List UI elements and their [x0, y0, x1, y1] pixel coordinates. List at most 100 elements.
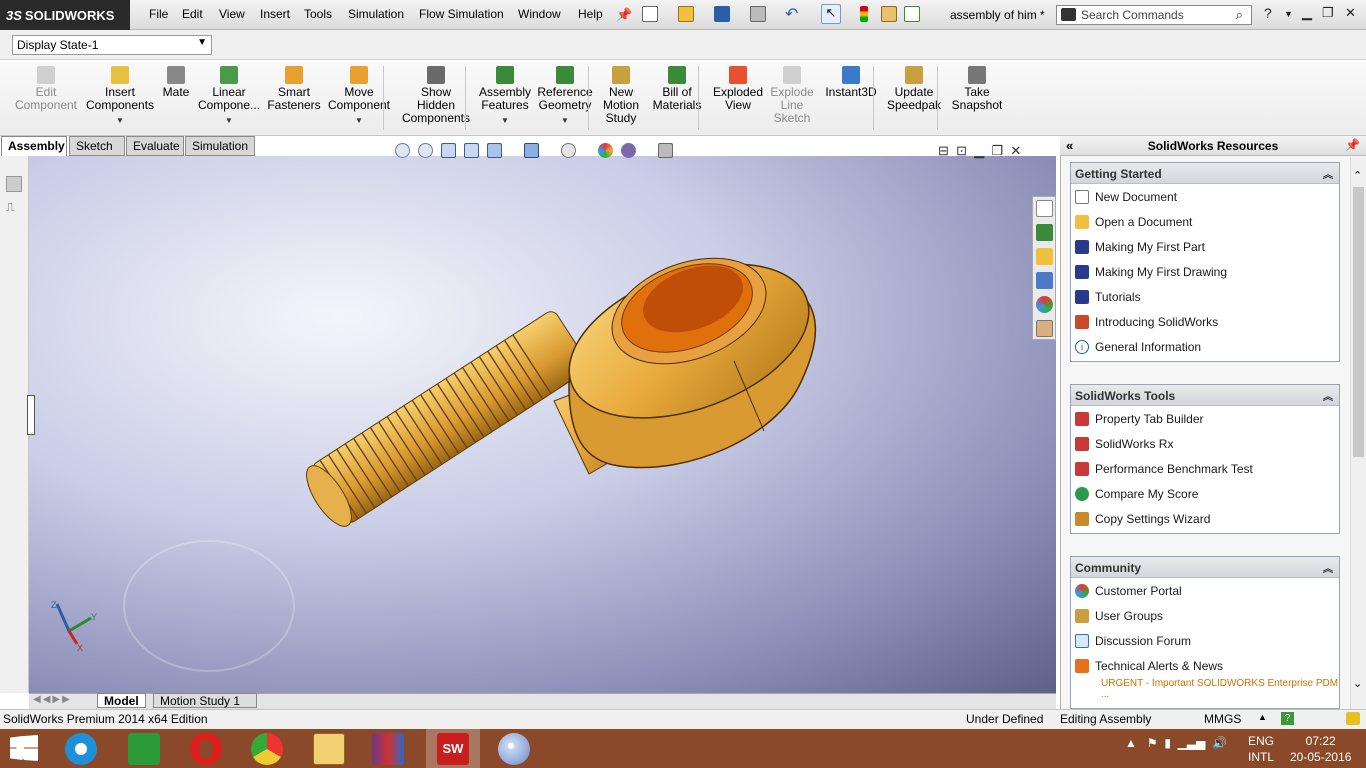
dropdown-arrow-icon[interactable]: ▼: [561, 114, 569, 127]
store-icon[interactable]: [128, 733, 160, 765]
urgent-news-link[interactable]: URGENT - Important SOLIDWORKS Enterprise…: [1071, 678, 1339, 700]
resources-scrollbar[interactable]: ⌃ ⌄: [1350, 157, 1366, 709]
chevron-up-icon[interactable]: ︽: [1323, 388, 1333, 403]
link-user-groups[interactable]: User Groups: [1071, 603, 1339, 628]
volume-icon[interactable]: 🔊: [1212, 736, 1227, 750]
feature-tree-icon[interactable]: [6, 176, 22, 192]
link-property-tab-builder[interactable]: Property Tab Builder: [1071, 406, 1339, 431]
ribbon-button-7[interactable]: Assembly Features ▼: [473, 66, 537, 127]
file-properties-icon[interactable]: [881, 6, 897, 22]
tab-scroll-arrows-icon[interactable]: ◀◀▶▶: [33, 694, 72, 705]
custom-properties-icon[interactable]: [1036, 320, 1053, 337]
previous-view-icon[interactable]: [441, 143, 456, 158]
link-customer-portal[interactable]: Customer Portal: [1071, 578, 1339, 603]
scroll-thumb[interactable]: [1353, 187, 1364, 457]
dropdown-arrow-icon[interactable]: ▼: [225, 114, 233, 127]
ribbon-button-0[interactable]: Edit Component: [8, 66, 84, 112]
search-icon[interactable]: ⌕: [1236, 7, 1243, 23]
menu-flow-simulation[interactable]: Flow Simulation: [419, 7, 504, 21]
select-arrow-icon[interactable]: ↖: [821, 4, 841, 24]
help-badge-icon[interactable]: ?: [1281, 712, 1294, 725]
chrome-icon[interactable]: [251, 733, 283, 765]
apply-scene-icon[interactable]: [621, 143, 636, 158]
network-icon[interactable]: ▮: [1164, 736, 1171, 750]
rebuild-traffic-light-icon[interactable]: [860, 6, 868, 22]
collapse-panel-icon[interactable]: «: [1066, 138, 1073, 153]
solidworks-taskbar-icon[interactable]: SW: [437, 733, 469, 765]
link-copy-settings[interactable]: Copy Settings Wizard: [1071, 506, 1339, 531]
group-header[interactable]: Community ︽: [1071, 557, 1339, 578]
pin-icon[interactable]: 📌: [616, 7, 632, 23]
menu-simulation[interactable]: Simulation: [348, 7, 404, 21]
scroll-up-icon[interactable]: ⌃: [1353, 169, 1362, 182]
viewport-restore-button[interactable]: ❐: [992, 143, 1004, 158]
link-first-drawing[interactable]: Making My First Drawing: [1071, 259, 1339, 284]
ribbon-button-9[interactable]: New Motion Study: [595, 66, 647, 125]
dropdown-arrow-icon[interactable]: ▼: [116, 114, 124, 127]
unit-system-selector[interactable]: MMGS: [1204, 712, 1241, 726]
language-indicator[interactable]: ENG INTL: [1248, 733, 1274, 765]
design-library-icon[interactable]: [1036, 224, 1053, 241]
link-introducing[interactable]: Introducing SolidWorks: [1071, 309, 1339, 334]
ribbon-button-4[interactable]: Smart Fasteners: [262, 66, 326, 112]
ribbon-button-2[interactable]: Mate: [155, 66, 197, 99]
paint-icon[interactable]: [498, 733, 530, 765]
help-dropdown-icon[interactable]: ▼: [1284, 9, 1293, 19]
opera-icon[interactable]: [190, 733, 222, 765]
file-explorer-taskbar-icon[interactable]: [313, 733, 345, 765]
link-technical-alerts[interactable]: Technical Alerts & News: [1071, 653, 1339, 678]
view-orientation-icon[interactable]: [487, 143, 502, 158]
clock[interactable]: 07:22 20-05-2016: [1290, 733, 1351, 765]
hide-show-items-icon[interactable]: [561, 143, 576, 158]
split-view-icon[interactable]: ⊟: [938, 143, 949, 158]
pin-panel-icon[interactable]: 📌: [1345, 138, 1360, 152]
ribbon-button-12[interactable]: Explode Line Sketch: [764, 66, 820, 125]
tab-evaluate[interactable]: Evaluate: [126, 136, 184, 156]
ribbon-button-3[interactable]: Linear Compone... ▼: [193, 66, 265, 127]
ribbon-button-13[interactable]: Instant3D: [818, 66, 884, 99]
solidworks-logo[interactable]: 3S SOLIDWORKS: [0, 0, 130, 30]
chevron-up-icon[interactable]: ︽: [1323, 166, 1333, 181]
ribbon-button-11[interactable]: Exploded View: [706, 66, 770, 112]
flag-icon[interactable]: ⚑: [1147, 736, 1158, 750]
appearances-icon[interactable]: [1036, 296, 1053, 313]
tab-motion-study[interactable]: Motion Study 1: [153, 693, 257, 708]
dropdown-arrow-icon[interactable]: ▼: [501, 114, 509, 127]
viewport-minimize-button[interactable]: ▁: [974, 143, 984, 158]
link-open-document[interactable]: Open a Document: [1071, 209, 1339, 234]
open-folder-icon[interactable]: [678, 6, 694, 22]
graphics-viewport[interactable]: Z Y X: [29, 156, 1056, 693]
link-solidworks-rx[interactable]: SolidWorks Rx: [1071, 431, 1339, 456]
rod-end-model[interactable]: Z Y X: [29, 156, 1056, 693]
close-window-button[interactable]: ✕: [1345, 5, 1356, 21]
panel-expand-handle[interactable]: [27, 395, 35, 435]
tab-assembly[interactable]: Assembly: [1, 136, 67, 156]
options-icon[interactable]: [904, 6, 920, 22]
restore-window-button[interactable]: ❐: [1322, 5, 1334, 21]
view-settings-icon[interactable]: [658, 143, 673, 158]
link-discussion-forum[interactable]: Discussion Forum: [1071, 628, 1339, 653]
undo-icon[interactable]: ↶: [785, 4, 801, 23]
chevron-up-icon[interactable]: ︽: [1323, 560, 1333, 575]
dropdown-arrow-icon[interactable]: ▼: [355, 114, 363, 127]
display-style-icon[interactable]: [524, 143, 539, 158]
search-commands-input[interactable]: Search Commands ⌕: [1056, 5, 1252, 25]
link-views-icon[interactable]: ⊡: [956, 143, 967, 158]
zoom-to-area-icon[interactable]: [418, 143, 433, 158]
file-explorer-icon[interactable]: [1036, 248, 1053, 265]
menu-tools[interactable]: Tools: [304, 7, 332, 21]
menu-edit[interactable]: Edit: [182, 7, 203, 21]
link-first-part[interactable]: Making My First Part: [1071, 234, 1339, 259]
link-general-info[interactable]: i General Information: [1071, 334, 1339, 359]
ribbon-button-5[interactable]: Move Component ▼: [320, 66, 398, 127]
viewport-close-button[interactable]: ✕: [1010, 143, 1021, 158]
scroll-down-icon[interactable]: ⌄: [1353, 677, 1362, 690]
menu-file[interactable]: File: [149, 7, 168, 21]
menu-insert[interactable]: Insert: [260, 7, 290, 21]
notification-icon[interactable]: [1346, 712, 1360, 725]
tab-simulation[interactable]: Simulation: [185, 136, 255, 156]
property-manager-icon[interactable]: ⎍: [6, 200, 22, 214]
menu-view[interactable]: View: [219, 7, 245, 21]
print-icon[interactable]: [750, 6, 766, 22]
link-benchmark[interactable]: Performance Benchmark Test: [1071, 456, 1339, 481]
